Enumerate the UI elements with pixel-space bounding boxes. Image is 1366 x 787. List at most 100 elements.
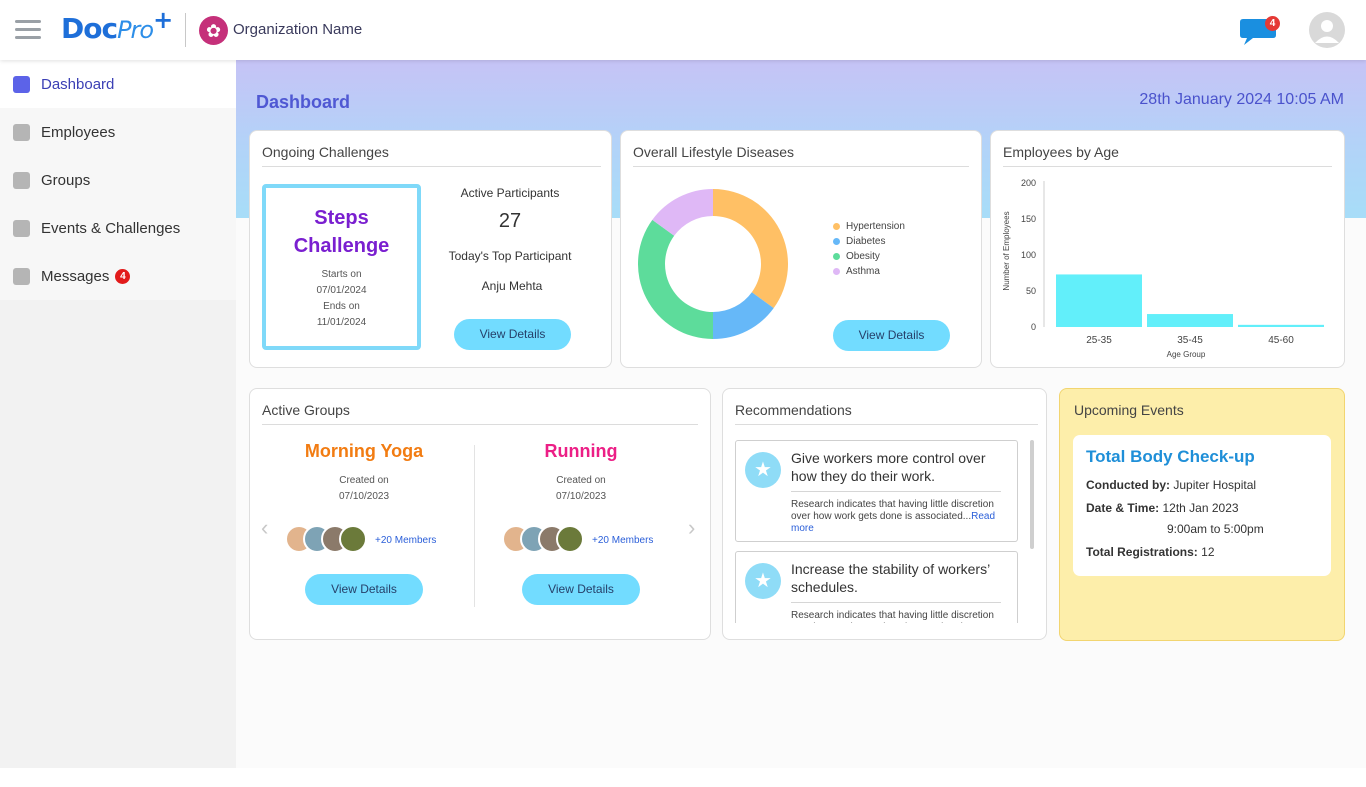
legend-dot bbox=[833, 223, 840, 230]
challenge-view-details-button[interactable]: View Details bbox=[454, 319, 571, 350]
legend-label: Obesity bbox=[846, 251, 880, 262]
group-view-details-button[interactable]: View Details bbox=[305, 574, 423, 605]
legend-dot bbox=[833, 268, 840, 275]
card-title: Active Groups bbox=[262, 402, 350, 418]
docpro-logo[interactable]: DocPro+ bbox=[61, 6, 173, 45]
sidebar: Dashboard Employees Groups Events & Chal… bbox=[0, 60, 236, 768]
x-tick-label: 25-35 bbox=[1086, 335, 1112, 346]
messages-badge: 4 bbox=[115, 268, 131, 284]
donut-slice-hypertension[interactable] bbox=[713, 189, 788, 309]
age-bar-chart: 200 150 100 50 0 25-35 35-45 45-60 Age Group Numb… bbox=[1002, 178, 1324, 359]
sidebar-item-groups[interactable]: Groups bbox=[0, 156, 236, 204]
carousel-next-icon[interactable]: › bbox=[688, 515, 695, 541]
card-title: Employees by Age bbox=[1003, 144, 1119, 160]
top-participant-name: Anju Mehta bbox=[481, 279, 543, 293]
card-divider bbox=[1003, 166, 1332, 167]
carousel-prev-icon[interactable]: ‹ bbox=[261, 515, 268, 541]
sidebar-item-messages[interactable]: Messages 4 bbox=[0, 252, 236, 300]
y-tick-label: 200 bbox=[1021, 178, 1036, 188]
legend-item: Obesity bbox=[833, 251, 880, 262]
lifestyle-donut-chart bbox=[638, 189, 788, 339]
bar-45-60[interactable] bbox=[1238, 324, 1324, 327]
lifestyle-diseases-card: Overall Lifestyle Diseases Hypertension D… bbox=[620, 130, 982, 368]
member-avatar bbox=[556, 525, 584, 553]
starts-label: Starts on bbox=[321, 269, 362, 280]
card-title: Recommendations bbox=[735, 402, 852, 418]
sidebar-item-label: Events & Challenges bbox=[41, 219, 181, 237]
sidebar-item-dashboard[interactable]: Dashboard bbox=[0, 60, 236, 108]
chat-badge: 4 bbox=[1265, 16, 1280, 31]
page-title: Dashboard bbox=[256, 92, 351, 112]
active-participants-label: Active Participants bbox=[460, 186, 560, 200]
ends-date: 11/01/2024 bbox=[316, 317, 367, 328]
recommendations-list[interactable]: ★ Give workers more control over how the… bbox=[723, 440, 1043, 623]
user-avatar-icon[interactable] bbox=[1309, 12, 1345, 48]
donut-slice-obesity[interactable] bbox=[638, 219, 713, 339]
recommendation-item[interactable]: ★ Give workers more control over how the… bbox=[735, 440, 1018, 542]
card-title: Overall Lifestyle Diseases bbox=[633, 144, 795, 160]
active-groups-card: Active Groups ‹ › Morning Yoga Created o… bbox=[249, 388, 711, 640]
starts-date: 07/01/2024 bbox=[316, 285, 367, 296]
active-participants-count: 27 bbox=[498, 210, 522, 232]
header-divider bbox=[185, 13, 186, 47]
event-date: Date & Time: 12th Jan 2023 bbox=[1086, 501, 1239, 515]
card-divider bbox=[262, 166, 601, 167]
legend-label: Asthma bbox=[846, 266, 880, 277]
organization-name: Organization Name bbox=[233, 21, 363, 38]
recommendations-scrollbar[interactable] bbox=[1030, 440, 1034, 549]
member-avatar bbox=[339, 525, 367, 553]
y-axis-label: Number of Employees bbox=[1002, 211, 1011, 290]
challenge-name-line1: Steps bbox=[314, 207, 369, 229]
top-participant-label: Today's Top Participant bbox=[448, 249, 572, 263]
x-tick-label: 35-45 bbox=[1177, 335, 1203, 346]
card-divider bbox=[633, 166, 969, 167]
diseases-view-details-button[interactable]: View Details bbox=[833, 320, 950, 351]
x-axis-label: Age Group bbox=[1167, 350, 1206, 359]
ongoing-challenges-card: Ongoing Challenges Steps Challenge Start… bbox=[249, 130, 612, 368]
legend-dot bbox=[833, 238, 840, 245]
card-divider bbox=[735, 424, 1038, 425]
events-icon bbox=[13, 219, 30, 237]
legend-label: Diabetes bbox=[846, 236, 886, 247]
sidebar-item-label: Groups bbox=[41, 171, 91, 189]
groups-icon bbox=[13, 171, 30, 189]
top-bar: DocPro+ ✿ Organization Name 4 bbox=[0, 0, 1366, 60]
group-created-date: 07/10/2023 bbox=[555, 491, 607, 502]
recommendation-item[interactable]: ★ Increase the stability of workers’ sch… bbox=[735, 551, 1018, 623]
group-name: Morning Yoga bbox=[304, 441, 424, 461]
current-datetime: 28th January 2024 10:05 AM bbox=[1139, 91, 1344, 108]
y-tick-label: 150 bbox=[1021, 214, 1036, 224]
hamburger-menu-icon[interactable] bbox=[15, 20, 41, 40]
employees-by-age-card: Employees by Age 200 150 100 50 0 25-35 35-45 4… bbox=[990, 130, 1345, 368]
event-registrations: Total Registrations: 12 bbox=[1086, 545, 1215, 559]
dashboard-icon bbox=[13, 75, 30, 93]
bar-35-45[interactable] bbox=[1147, 314, 1233, 327]
legend-dot bbox=[833, 253, 840, 260]
card-title: Ongoing Challenges bbox=[262, 144, 389, 160]
recommendation-divider bbox=[791, 491, 1001, 492]
group-created-date: 07/10/2023 bbox=[338, 491, 390, 502]
challenge-name-line2: Challenge bbox=[293, 235, 390, 257]
challenge-tile[interactable]: Steps Challenge Starts on 07/01/2024 End… bbox=[262, 184, 421, 350]
y-tick-label: 50 bbox=[1026, 286, 1036, 296]
organization-logo-icon: ✿ bbox=[199, 16, 228, 45]
groups-divider bbox=[474, 445, 475, 607]
group-view-details-button[interactable]: View Details bbox=[522, 574, 640, 605]
main-content: Dashboard 28th January 2024 10:05 AM Ong… bbox=[236, 60, 1366, 768]
group-members-link[interactable]: +20 Members bbox=[375, 535, 436, 546]
legend-label: Hypertension bbox=[846, 221, 905, 232]
recommendation-divider bbox=[791, 602, 1001, 603]
sidebar-item-label: Messages bbox=[41, 267, 110, 285]
sidebar-item-events-challenges[interactable]: Events & Challenges bbox=[0, 204, 236, 252]
bar-25-35[interactable] bbox=[1056, 274, 1142, 327]
event-name: Total Body Check-up bbox=[1086, 447, 1255, 466]
ends-label: Ends on bbox=[323, 301, 360, 312]
sidebar-item-label: Dashboard bbox=[41, 75, 115, 93]
sidebar-item-employees[interactable]: Employees bbox=[0, 108, 236, 156]
group-members-link[interactable]: +20 Members bbox=[592, 535, 653, 546]
recommendation-title: Increase the stability of workers’ sched… bbox=[791, 561, 990, 595]
event-item[interactable]: Total Body Check-up Conducted by: Jupite… bbox=[1073, 435, 1331, 576]
recommendation-title: Give workers more control over how they … bbox=[791, 450, 986, 484]
star-badge-icon: ★ bbox=[745, 563, 781, 599]
employees-icon bbox=[13, 123, 30, 141]
